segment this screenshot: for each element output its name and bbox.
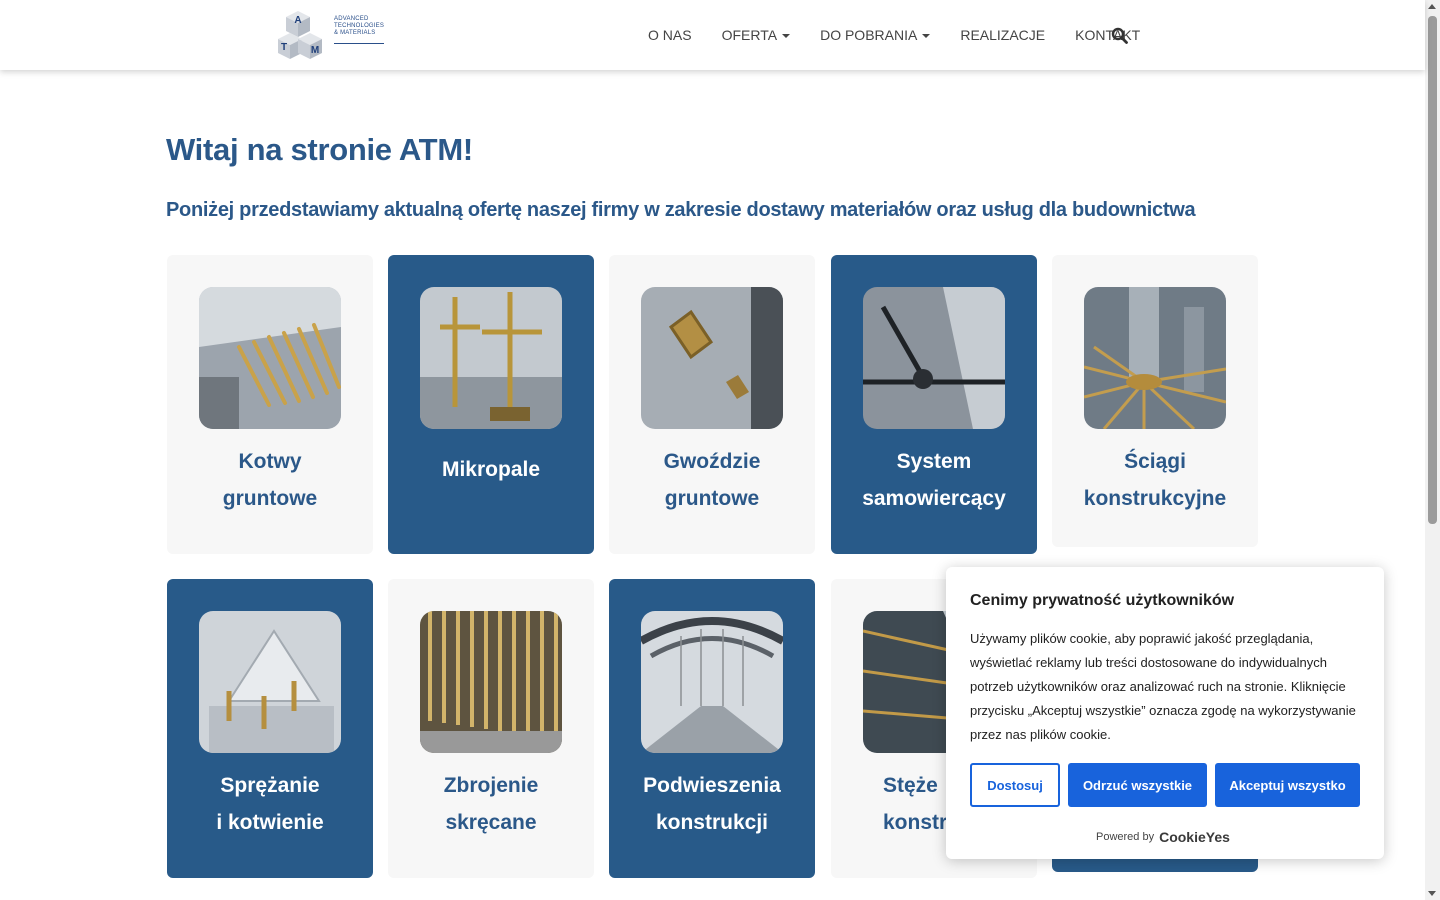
nav-item-o-nas[interactable]: O NAS — [648, 26, 692, 44]
reject-all-button[interactable]: Odrzuć wszystkie — [1068, 763, 1207, 807]
logo-tagline: ADVANCED TECHNOLOGIES & MATERIALS — [334, 16, 385, 36]
card-label: Kotwy gruntowe — [222, 450, 318, 510]
page-title: Witaj na stronie ATM! — [166, 132, 473, 167]
cube-logo-icon: A T M — [278, 11, 322, 59]
card-label: Gwoździe gruntowe — [663, 450, 761, 510]
system-samowiercacy-image — [863, 287, 1005, 429]
sciagi-konstrukcyjne-image — [1084, 287, 1226, 429]
page-scrollbar[interactable] — [1425, 0, 1440, 900]
card-sciagi-konstrukcyjne[interactable]: Ściągi konstrukcyjne — [1052, 255, 1258, 547]
card-label: Ściągi konstrukcyjne — [1083, 450, 1227, 510]
logo-underline — [334, 43, 384, 44]
card-label: Zbrojenie skręcane — [443, 774, 539, 834]
card-label: Mikropale — [441, 458, 541, 481]
card-label: Sprężanie i kotwienie — [216, 774, 324, 834]
podwieszenia-konstrukcji-image — [641, 611, 783, 753]
zbrojenie-skrecane-image — [420, 611, 562, 753]
nav-item-oferta[interactable]: OFERTA — [722, 26, 791, 44]
card-label: System samowiercący — [862, 450, 1006, 510]
logo-letter-a: A — [294, 15, 301, 26]
card-kotwy-gruntowe[interactable]: Kotwy gruntowe — [167, 255, 373, 554]
main-nav: O NAS OFERTA DO POBRANIA REALIZACJE KONT… — [648, 26, 1170, 44]
caret-down-icon — [782, 34, 791, 38]
nav-item-do-pobrania[interactable]: DO POBRANIA — [820, 26, 931, 44]
card-zbrojenie-skrecane[interactable]: Zbrojenie skręcane — [388, 579, 594, 878]
gwozdzie-gruntowe-image — [641, 287, 783, 429]
scroll-down-arrow-icon[interactable] — [1428, 891, 1436, 896]
atm-logo[interactable]: A T M ADVANCED TECHNOLOGIES & MATERIALS — [278, 9, 388, 61]
card-sprezanie-i-kotwienie[interactable]: Sprężanie i kotwienie — [167, 579, 373, 878]
mikropale-image — [420, 287, 562, 429]
cookie-description: Używamy plików cookie, aby poprawić jako… — [970, 631, 1356, 742]
scroll-up-arrow-icon[interactable] — [1428, 4, 1436, 9]
logo-letter-m: M — [311, 45, 319, 56]
caret-down-icon — [922, 34, 931, 38]
card-system-samowiercacy[interactable]: System samowiercący — [831, 255, 1037, 554]
card-label: Podwieszenia konstrukcji — [643, 774, 781, 834]
site-header: A T M ADVANCED TECHNOLOGIES & MATERIALS … — [0, 0, 1425, 70]
cookie-consent-dialog: Cenimy prywatność użytkowników Używamy p… — [946, 567, 1384, 859]
accept-all-button[interactable]: Akceptuj wszystko — [1215, 763, 1360, 807]
cookie-title: Cenimy prywatność użytkowników — [970, 592, 1235, 609]
nav-item-realizacje[interactable]: REALIZACJE — [960, 26, 1045, 44]
powered-by: Powered by CookieYes — [1096, 829, 1230, 845]
card-mikropale[interactable]: Mikropale — [388, 255, 594, 554]
card-gwozdzie-gruntowe[interactable]: Gwoździe gruntowe — [609, 255, 815, 554]
card-podwieszenia-konstrukcji[interactable]: Podwieszenia konstrukcji — [609, 579, 815, 878]
cookieyes-logo[interactable]: CookieYes — [1159, 829, 1230, 845]
scrollbar-thumb[interactable] — [1428, 16, 1437, 524]
sprezanie-i-kotwienie-image — [199, 611, 341, 753]
customize-button[interactable]: Dostosuj — [970, 763, 1060, 807]
kotwy-gruntowe-image — [199, 287, 341, 429]
nav-item-kontakt[interactable]: KONTAKT — [1075, 26, 1140, 44]
logo-letter-t: T — [281, 42, 287, 53]
powered-by-text: Powered by — [1096, 831, 1155, 843]
search-icon[interactable] — [1111, 27, 1129, 45]
page-subtitle: Poniżej przedstawiamy aktualną ofertę na… — [166, 199, 1196, 221]
